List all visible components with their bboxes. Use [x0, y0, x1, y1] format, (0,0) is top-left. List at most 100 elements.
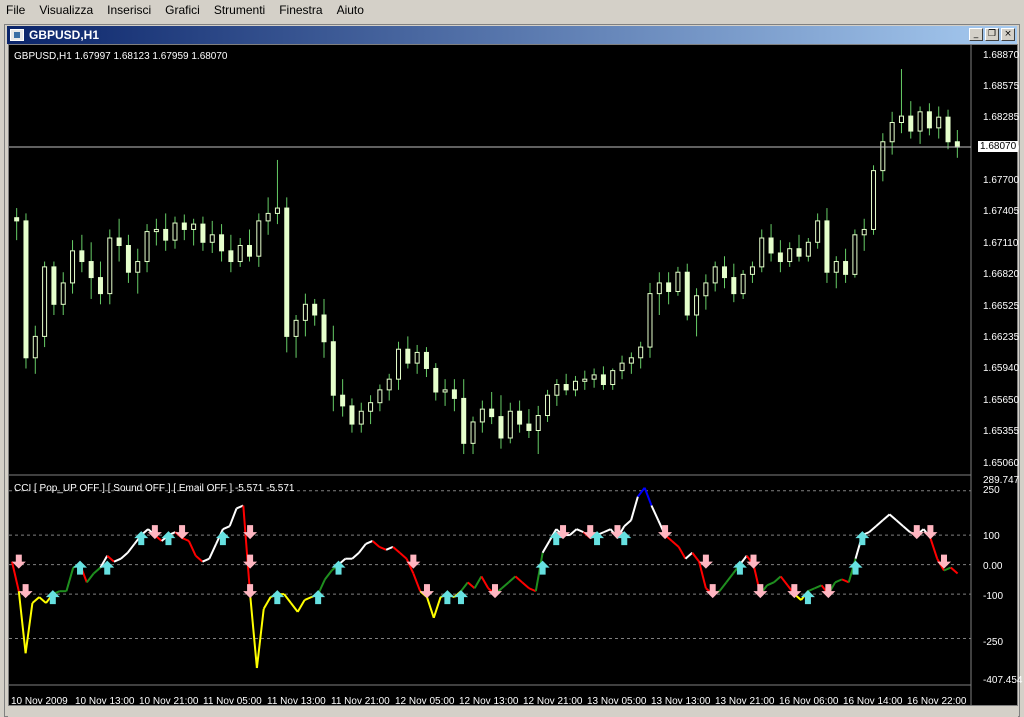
arrow-down-icon — [175, 525, 190, 540]
candle-body — [703, 282, 709, 297]
cci-tick: -100 — [983, 591, 1004, 602]
candle-body — [675, 271, 681, 292]
cci-segment — [902, 525, 911, 533]
candle-body — [153, 228, 159, 233]
cci-segment — [773, 575, 782, 584]
candlestick-series — [14, 69, 960, 455]
close-button[interactable]: × — [1001, 28, 1015, 41]
cci-segment — [365, 540, 373, 545]
candle-body — [628, 357, 634, 364]
window-titlebar[interactable]: GBPUSD,H1 _ ❐ × — [7, 26, 1017, 44]
cci-segment — [399, 552, 408, 560]
candle-body — [600, 374, 606, 386]
arrow-down-icon — [419, 584, 434, 599]
cci-segment — [378, 545, 387, 551]
menu-aiuto[interactable]: Aiuto — [331, 3, 372, 17]
candle-body — [312, 303, 318, 316]
candle-body — [293, 319, 299, 337]
cci-segment — [480, 575, 490, 589]
restore-button[interactable]: ❐ — [985, 28, 999, 41]
candle-body — [405, 348, 411, 364]
cci-segment — [228, 508, 238, 527]
candle-body — [926, 111, 932, 129]
menu-grafici[interactable]: Grafici — [159, 3, 208, 17]
candle-body — [479, 408, 485, 423]
menu-file[interactable]: File — [0, 3, 33, 17]
candle-body — [107, 237, 113, 295]
arrow-down-icon — [243, 554, 258, 569]
price-tick: 1.68575 — [983, 81, 1020, 92]
menu-strumenti[interactable]: Strumenti — [208, 3, 273, 17]
cci-segment — [65, 567, 75, 592]
cci-segment — [528, 587, 537, 593]
candle-body — [386, 378, 392, 391]
candle-body — [358, 410, 364, 425]
minimize-button[interactable]: _ — [969, 28, 983, 41]
candle-body — [898, 115, 904, 124]
candle-body — [79, 250, 85, 263]
candle-body — [619, 362, 625, 372]
price-tick: 1.66525 — [983, 301, 1020, 312]
cci-segment — [541, 540, 551, 554]
cci-segment — [126, 543, 136, 554]
menu-inserisci[interactable]: Inserisci — [101, 3, 159, 17]
cci-level-lines — [9, 490, 971, 639]
candle-body — [759, 237, 765, 268]
cci-segment — [718, 581, 728, 592]
candle-body — [749, 266, 755, 275]
cci-segment — [296, 599, 306, 613]
cci-segment — [106, 554, 115, 563]
arrow-up-icon — [800, 590, 815, 605]
chart-area[interactable]: GBPUSD,H1 1.67997 1.68123 1.67959 1.6807… — [8, 44, 1022, 707]
candle-body — [219, 234, 225, 252]
candle-body — [451, 389, 457, 399]
candle-body — [563, 384, 569, 391]
price-tick: 1.65940 — [983, 363, 1020, 374]
arrow-up-icon — [331, 560, 346, 575]
candle-body — [237, 244, 243, 263]
cci-segment — [807, 587, 816, 593]
cci-segment — [242, 505, 252, 595]
cci-segment — [31, 596, 40, 604]
arrow-up-icon — [215, 531, 230, 546]
candle-body — [209, 234, 215, 243]
arrow-up-icon — [73, 560, 88, 575]
current-price-label: 1.68070 — [978, 141, 1019, 152]
candle-body — [889, 122, 895, 143]
window-title: GBPUSD,H1 — [29, 28, 100, 42]
cci-segment — [834, 578, 843, 584]
candle-body — [805, 241, 811, 257]
cci-segment — [290, 602, 299, 613]
candle-body — [712, 266, 718, 284]
cci-line-series — [11, 487, 959, 669]
candle-body — [917, 111, 923, 132]
candle-body — [433, 367, 439, 393]
candle-body — [815, 220, 821, 243]
cci-segment — [630, 496, 639, 521]
candle-body — [70, 250, 76, 284]
cci-tick: 100 — [983, 531, 1000, 542]
menu-visualizza[interactable]: Visualizza — [33, 3, 101, 17]
candle-body — [731, 277, 737, 295]
candle-body — [880, 141, 886, 172]
price-tick: 1.65355 — [983, 426, 1020, 437]
menu-finestra[interactable]: Finestra — [273, 3, 330, 17]
price-tick: 1.65060 — [983, 458, 1020, 469]
cci-segment — [358, 543, 367, 554]
cci-segment — [677, 546, 687, 560]
cci-segment — [943, 566, 952, 572]
cci-segment — [501, 581, 510, 590]
cci-segment — [202, 557, 210, 563]
cci-segment — [392, 546, 401, 554]
candle-body — [163, 228, 169, 241]
candle-body — [125, 244, 131, 273]
candle-body — [722, 266, 727, 279]
cci-segment — [426, 596, 435, 619]
cci-segment — [38, 596, 47, 604]
candle-body — [274, 207, 280, 214]
candle-body — [554, 384, 560, 396]
chart-canvas — [9, 45, 972, 705]
arrow-up-icon — [270, 590, 285, 605]
candle-body — [647, 293, 653, 348]
candle-body — [247, 244, 252, 257]
